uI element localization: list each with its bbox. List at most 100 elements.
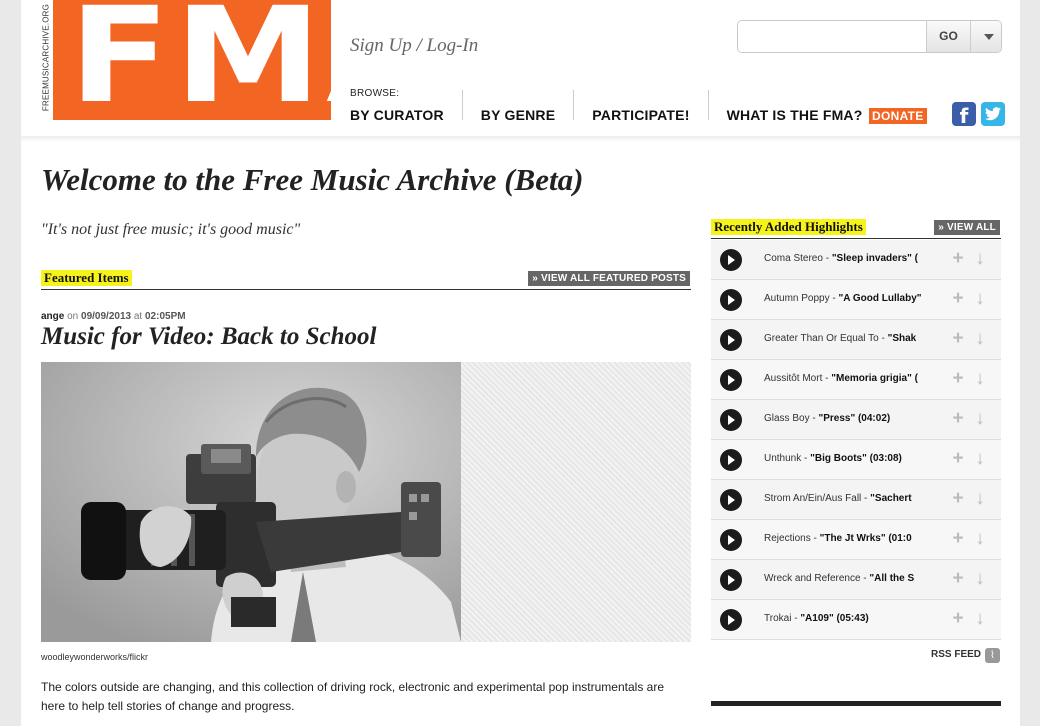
track-actions: + ↓ <box>947 569 991 589</box>
track-title[interactable]: Trokai - "A109" (05:43) <box>764 613 924 624</box>
download-icon[interactable]: ↓ <box>969 489 991 509</box>
header-divider <box>21 136 1020 142</box>
track-row: Wreck and Reference - "All the S + ↓ <box>711 560 1001 600</box>
track-title[interactable]: Autumn Poppy - "A Good Lullaby" <box>764 293 924 304</box>
play-icon[interactable] <box>720 569 742 591</box>
download-icon[interactable]: ↓ <box>969 529 991 549</box>
track-title[interactable]: Coma Stereo - "Sleep invaders" ( <box>764 253 924 264</box>
track-row: Greater Than Or Equal To - "Shak + ↓ <box>711 320 1001 360</box>
download-icon[interactable]: ↓ <box>969 369 991 389</box>
view-all-featured-button[interactable]: » VIEW ALL FEATURED POSTS <box>528 271 690 286</box>
featured-items-heading: Featured Items <box>41 270 132 286</box>
track-actions: + ↓ <box>947 369 991 389</box>
play-icon[interactable] <box>720 409 742 431</box>
post-photo <box>41 362 461 642</box>
track-actions: + ↓ <box>947 609 991 629</box>
add-icon[interactable]: + <box>947 529 969 549</box>
logo-vertical-text: FREEMUSICARCHIVE.ORG <box>41 3 51 112</box>
download-icon[interactable]: ↓ <box>969 289 991 309</box>
nav-participate[interactable]: PARTICIPATE! <box>592 90 709 123</box>
tagline: "It's not just free music; it's good mus… <box>41 221 301 238</box>
play-icon[interactable] <box>720 289 742 311</box>
play-icon[interactable] <box>720 529 742 551</box>
download-icon[interactable]: ↓ <box>969 409 991 429</box>
signin-links: Sign Up / Log-In <box>350 35 478 57</box>
track-title[interactable]: Strom An/Ein/Aus Fall - "Sachert <box>764 493 924 504</box>
facebook-icon[interactable]: f <box>952 102 976 128</box>
search-input[interactable] <box>738 21 926 52</box>
track-row: Strom An/Ein/Aus Fall - "Sachert + ↓ <box>711 480 1001 520</box>
track-actions: + ↓ <box>947 289 991 309</box>
track-row: Trokai - "A109" (05:43) + ↓ <box>711 600 1001 640</box>
track-title[interactable]: Wreck and Reference - "All the S <box>764 573 924 584</box>
play-icon[interactable] <box>720 609 742 631</box>
rss-icon[interactable]: ⌇ <box>985 648 1000 663</box>
download-icon[interactable]: ↓ <box>969 329 991 349</box>
track-title[interactable]: Aussitôt Mort - "Memoria grigia" ( <box>764 373 924 384</box>
add-icon[interactable]: + <box>947 609 969 629</box>
search-dropdown-chevron-icon[interactable] <box>970 21 1001 52</box>
post-date: 09/09/2013 <box>81 311 132 322</box>
signup-link[interactable]: Sign Up <box>350 35 412 56</box>
track-actions: + ↓ <box>947 529 991 549</box>
login-link[interactable]: Log-In <box>427 35 479 56</box>
track-title[interactable]: Glass Boy - "Press" (04:02) <box>764 413 924 424</box>
download-icon[interactable]: ↓ <box>969 449 991 469</box>
add-icon[interactable]: + <box>947 329 969 349</box>
rss-feed-link[interactable]: RSS FEED <box>931 649 981 660</box>
track-row: Unthunk - "Big Boots" (03:08) + ↓ <box>711 440 1001 480</box>
download-icon[interactable]: ↓ <box>969 609 991 629</box>
donate-button[interactable]: DONATE <box>869 108 927 124</box>
track-actions: + ↓ <box>947 409 991 429</box>
nav-by-genre[interactable]: BY GENRE <box>481 90 575 123</box>
main-nav: BY CURATOR BY GENRE PARTICIPATE! WHAT IS… <box>350 90 899 130</box>
play-icon[interactable] <box>720 369 742 391</box>
post-meta: ange on 09/09/2013 at 02:05PM <box>41 311 186 322</box>
image-credit: woodleywonderworks/flickr <box>41 652 149 662</box>
post-author-link[interactable]: ange <box>41 311 64 322</box>
logo[interactable]: FREEMUSICARCHIVE.ORG FMA <box>39 0 331 120</box>
add-icon[interactable]: + <box>947 289 969 309</box>
recent-highlights-header: Recently Added Highlights » VIEW ALL <box>711 217 1001 239</box>
nav-what-is-fma[interactable]: WHAT IS THE FMA? <box>727 90 881 123</box>
add-icon[interactable]: + <box>947 449 969 469</box>
post-title-link[interactable]: Music for Video: Back to School <box>41 323 376 351</box>
signin-separator: / <box>411 35 427 56</box>
add-icon[interactable]: + <box>947 409 969 429</box>
add-icon[interactable]: + <box>947 569 969 589</box>
post-image[interactable] <box>41 362 691 642</box>
twitter-icon[interactable] <box>981 102 1005 126</box>
track-row: Glass Boy - "Press" (04:02) + ↓ <box>711 400 1001 440</box>
track-title[interactable]: Unthunk - "Big Boots" (03:08) <box>764 453 924 464</box>
track-title[interactable]: Rejections - "The Jt Wrks" (01:0 <box>764 533 924 544</box>
search-box: GO <box>737 20 1002 53</box>
post-excerpt: The colors outside are changing, and thi… <box>41 680 665 713</box>
download-icon[interactable]: ↓ <box>969 249 991 269</box>
add-icon[interactable]: + <box>947 489 969 509</box>
play-icon[interactable] <box>720 449 742 471</box>
download-icon[interactable]: ↓ <box>969 569 991 589</box>
sidebar-bottom-divider <box>711 701 1001 706</box>
track-actions: + ↓ <box>947 249 991 269</box>
track-list: Coma Stereo - "Sleep invaders" ( + ↓ Autu… <box>711 240 1001 640</box>
track-actions: + ↓ <box>947 449 991 469</box>
track-title[interactable]: Greater Than Or Equal To - "Shak <box>764 333 924 344</box>
play-icon[interactable] <box>720 249 742 271</box>
track-actions: + ↓ <box>947 329 991 349</box>
page-title: Welcome to the Free Music Archive (Beta) <box>41 162 584 197</box>
track-actions: + ↓ <box>947 489 991 509</box>
nav-by-curator[interactable]: BY CURATOR <box>350 90 463 123</box>
view-all-highlights-button[interactable]: » VIEW ALL <box>934 220 1000 235</box>
play-icon[interactable] <box>720 489 742 511</box>
play-icon[interactable] <box>720 329 742 351</box>
logo-mark[interactable]: FMA <box>53 0 331 120</box>
featured-items-header: Featured Items » VIEW ALL FEATURED POSTS <box>41 268 691 290</box>
post-meta-on: on <box>64 311 82 322</box>
add-icon[interactable]: + <box>947 369 969 389</box>
track-row: Autumn Poppy - "A Good Lullaby" + ↓ <box>711 280 1001 320</box>
track-row: Coma Stereo - "Sleep invaders" ( + ↓ <box>711 240 1001 280</box>
search-go-button[interactable]: GO <box>926 21 970 52</box>
recent-highlights-heading: Recently Added Highlights <box>711 219 866 235</box>
add-icon[interactable]: + <box>947 249 969 269</box>
page: FREEMUSICARCHIVE.ORG FMA Sign Up / Log-I… <box>21 0 1020 726</box>
